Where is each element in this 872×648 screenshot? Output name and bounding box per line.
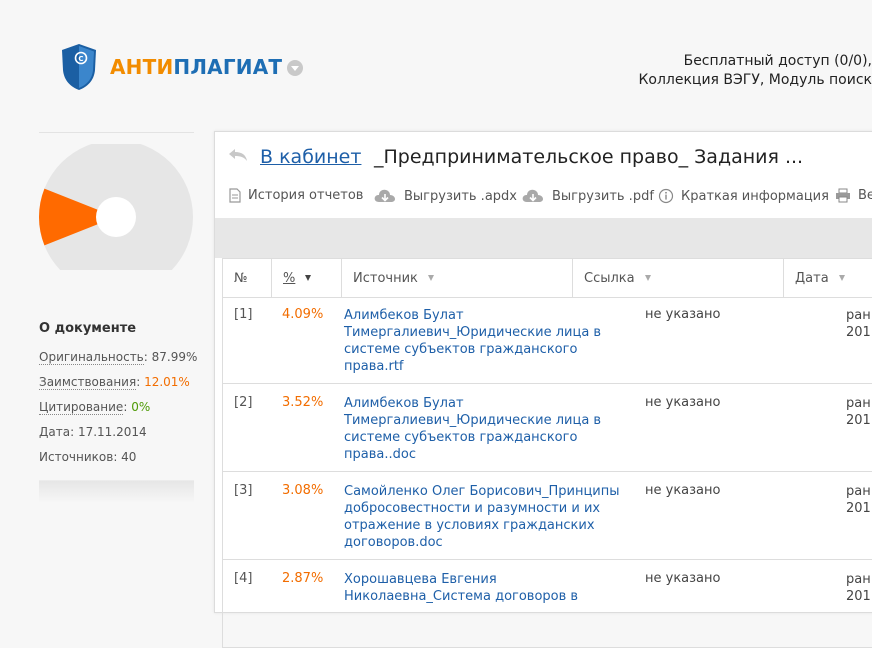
row-percent: 3.08% [282, 483, 324, 498]
report-titlebar: В кабинет _Предпринимательское право_ За… [215, 132, 872, 176]
panel-shadow [39, 480, 194, 503]
row-date: ран 201 [846, 396, 871, 428]
report-toolbar: История отчетов Выгрузить .apdx Выгрузит… [215, 176, 872, 218]
about-title: О документе [39, 321, 137, 336]
sort-icon [427, 275, 434, 281]
citation-value: 0% [131, 400, 151, 414]
logo[interactable]: C АНТИПЛАГИАТ [60, 43, 304, 91]
sources-row: Источников: 40 [39, 450, 137, 464]
chevron-down-icon[interactable] [287, 60, 304, 76]
originality-row: Оригинальность: 87.99% [39, 350, 198, 365]
export-apdx-button[interactable]: Выгрузить .apdx [373, 188, 517, 204]
back-arrow-icon[interactable] [228, 147, 248, 163]
info-icon [658, 188, 674, 204]
row-percent: 3.52% [282, 395, 324, 410]
sort-icon [838, 275, 845, 281]
document-title: _Предпринимательское право_ Задания ... [374, 146, 804, 168]
row-percent: 4.09% [282, 307, 324, 322]
shield-logo-icon: C [62, 44, 96, 90]
table-row[interactable]: [1] 4.09% Алимбеков Булат Тимергалиевич_… [223, 296, 872, 384]
brief-info-label: Краткая информация [681, 188, 829, 204]
date-label: Дата [39, 425, 71, 439]
row-number: [3] [234, 483, 253, 498]
row-date: ран 201 [846, 484, 871, 516]
row-source-link[interactable]: Алимбеков Булат Тимергалиевич_Юридически… [344, 307, 629, 375]
filter-band [215, 218, 872, 258]
row-source-link[interactable]: Самойленко Олег Борисович_Принципы добро… [344, 483, 629, 551]
row-number: [1] [234, 307, 253, 322]
table-row[interactable]: [3] 3.08% Самойленко Олег Борисович_Прин… [223, 472, 872, 560]
row-link: не указано [645, 395, 721, 410]
sort-desc-icon [305, 275, 312, 281]
export-apdx-label: Выгрузить .apdx [404, 188, 517, 204]
citation-label[interactable]: Цитирование [39, 400, 124, 415]
row-source-link[interactable]: Алимбеков Булат Тимергалиевич_Юридически… [344, 395, 629, 463]
svg-text:C: C [78, 55, 83, 63]
column-number: № [223, 259, 272, 297]
brief-info-button[interactable]: Краткая информация [658, 188, 829, 204]
back-to-cabinet-link[interactable]: В кабинет [260, 146, 361, 168]
row-link: не указано [645, 307, 721, 322]
account-info: Бесплатный доступ (0/0), Коллекция ВЭГУ,… [600, 52, 872, 90]
report-history-button[interactable]: История отчетов [229, 188, 363, 203]
report-panel: В кабинет _Предпринимательское право_ За… [214, 131, 872, 648]
divider [39, 132, 194, 133]
sources-table-header: № % Источник Ссылка Дата [222, 258, 872, 298]
borrowing-value: 12.01% [144, 375, 190, 389]
sources-table-body: [1] 4.09% Алимбеков Булат Тимергалиевич_… [222, 296, 872, 648]
row-date: ран 201 [846, 308, 871, 340]
borrowing-row: Заимствования: 12.01% [39, 375, 190, 390]
collection-info: Коллекция ВЭГУ, Модуль поиск [638, 72, 872, 88]
column-date-sort[interactable]: Дата [784, 259, 872, 297]
pie-center-hole [96, 197, 136, 237]
row-number: [2] [234, 395, 253, 410]
export-pdf-label: Выгрузить .pdf [552, 188, 654, 204]
sources-value: 40 [121, 450, 137, 464]
sources-label: Источников [39, 450, 114, 464]
row-link: не указано [645, 571, 721, 586]
column-link-sort[interactable]: Ссылка [573, 259, 784, 297]
export-pdf-button[interactable]: Выгрузить .pdf [521, 188, 654, 204]
row-source-link[interactable]: Хорошавцева Евгения Николаевна_Система д… [344, 571, 629, 605]
access-status[interactable]: Бесплатный доступ (0/0), [600, 52, 872, 71]
row-link: не указано [645, 483, 721, 498]
date-value: 17.11.2014 [77, 425, 147, 439]
printer-icon [836, 188, 850, 203]
column-source-sort[interactable]: Источник [342, 259, 573, 297]
about-document: О документе Оригинальность: 87.99% Заимс… [39, 321, 199, 470]
table-row[interactable]: [4] 2.87% Хорошавцева Евгения Николаевна… [223, 560, 872, 648]
document-icon [229, 188, 241, 203]
print-label: Ве [858, 188, 872, 203]
originality-pie-chart [39, 144, 193, 270]
date-row: Дата: 17.11.2014 [39, 425, 147, 439]
table-row[interactable]: [2] 3.52% Алимбеков Булат Тимергалиевич_… [223, 384, 872, 472]
row-number: [4] [234, 571, 253, 586]
document-summary-panel: О документе Оригинальность: 87.99% Заимс… [39, 132, 197, 503]
row-date: ран 201 [846, 572, 871, 604]
column-percent-sort[interactable]: % [272, 259, 342, 297]
cloud-download-icon [374, 189, 395, 202]
originality-label[interactable]: Оригинальность [39, 350, 144, 365]
borrowing-label[interactable]: Заимствования [39, 375, 137, 390]
citation-row: Цитирование: 0% [39, 400, 151, 415]
print-button[interactable]: Ве [835, 188, 872, 203]
cloud-download-icon [522, 189, 543, 202]
sort-icon [644, 275, 651, 281]
report-history-label: История отчетов [248, 188, 364, 203]
brand-name: АНТИПЛАГИАТ [110, 55, 283, 79]
row-percent: 2.87% [282, 571, 324, 586]
originality-value: 87.99% [151, 350, 198, 364]
